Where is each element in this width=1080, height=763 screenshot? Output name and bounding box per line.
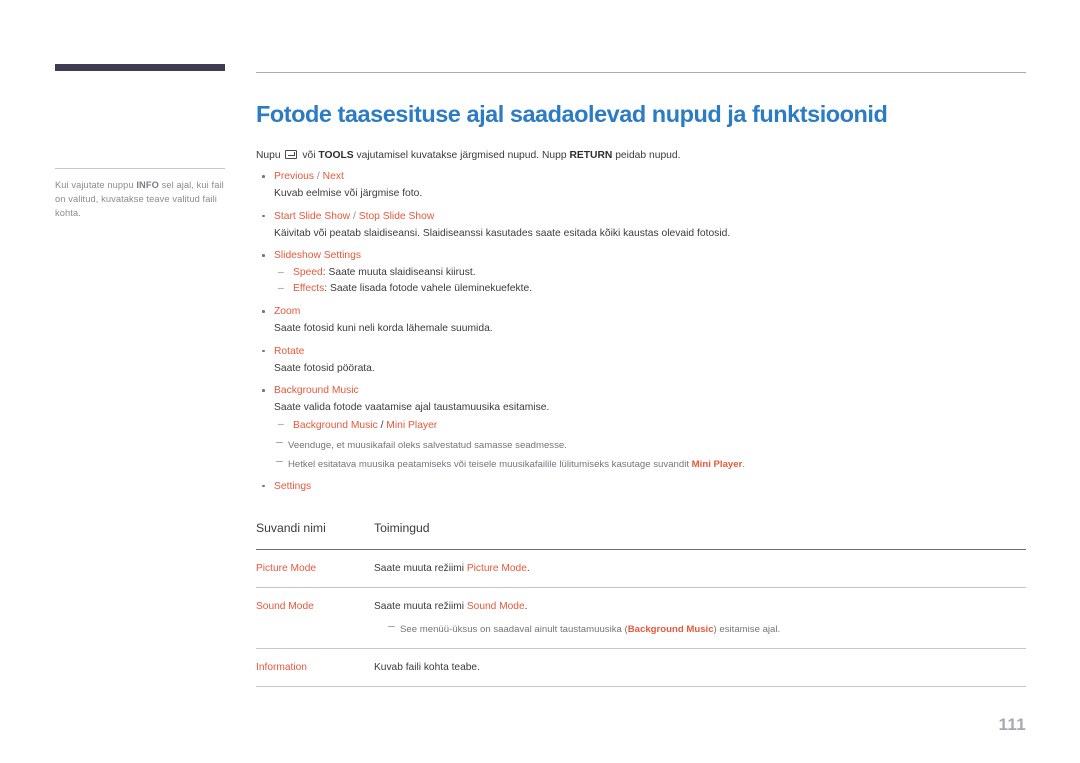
sub-item-background-music-mini-player: Background Music / Mini Player [274,417,1026,434]
list-item-heading: Rotate [274,345,305,357]
list-item-description: Saate fotosid kuni neli korda lähemale s… [274,323,493,335]
term-start-slide-show: Start Slide Show [274,210,351,222]
intro-paragraph: Nupu või TOOLS vajutamisel kuvatakse jär… [256,148,1026,163]
table-row: Information Kuvab faili kohta teabe. [256,648,1026,688]
separator: / [350,210,359,222]
cell-action: Kuvab faili kohta teabe. [374,648,1026,688]
cell-note-post: ) esitamise ajal. [713,623,781,635]
list-item-description: Käivitab või peatab slaidiseansi. Slaidi… [274,227,731,239]
main-content: Fotode taasesituse ajal saadaolevad nupu… [256,72,1026,688]
note-mini-player-post: . [742,458,745,470]
list-item-description: Saate fotosid pöörata. [274,362,375,374]
list-item-description: Saate valida fotode vaatamise ajal taust… [274,402,550,414]
cell-action-accent: Sound Mode [466,601,525,613]
cell-note-pre: See menüü-üksus on saadaval ainult taust… [400,623,628,635]
sub-item-speed: Speed: Saate muuta slaidiseansi kiirust. [274,265,1026,281]
intro-part4: peidab nupud. [612,150,681,162]
list-item-settings: Settings [256,479,1026,494]
table-header-row: Suvandi nimi Toimingud [256,520,1026,550]
list-item-rotate: Rotate Saate fotosid pöörata. [256,344,1026,377]
cell-action-pre: Saate muuta režiimi [374,601,467,613]
list-item-heading: Background Music [274,385,359,397]
term-speed: Speed [293,267,323,279]
cell-action: Saate muuta režiimi Picture Mode. [374,549,1026,589]
cell-action-accent: Picture Mode [466,562,527,574]
cell-action-pre: Saate muuta režiimi [374,562,467,574]
separator: / [314,171,323,183]
term-mini-player: Mini Player [386,419,438,431]
list-item-heading: Settings [274,480,312,492]
list-item-zoom: Zoom Saate fotosid kuni neli korda lähem… [256,304,1026,337]
options-table: Suvandi nimi Toimingud Picture Mode Saat… [256,520,1026,688]
term-next: Next [322,171,344,183]
list-item-heading: Zoom [274,306,301,318]
page-number: 111 [998,715,1026,734]
column-header-option-name: Suvandi nimi [256,520,374,550]
sub-list-background-music: Background Music / Mini Player [274,417,1026,434]
list-item-background-music: Background Music Saate valida fotode vaa… [256,383,1026,472]
intro-part3: vajutamisel kuvatakse järgmised nupud. N… [353,150,570,162]
cell-action-post: . [526,562,530,574]
cell-action: Saate muuta režiimi Sound Mode. See menü… [374,587,1026,649]
note-mini-player-keyword: Mini Player [691,458,743,470]
list-item-previous-next: Previous / Next Kuvab eelmise või järgmi… [256,169,1026,202]
intro-tools-keyword: TOOLS [318,150,354,162]
column-header-actions: Toimingud [374,520,1026,550]
table-row: Sound Mode Saate muuta režiimi Sound Mod… [256,587,1026,649]
sidebar-note-keyword: INFO [136,180,159,190]
cell-option-name: Sound Mode [256,587,374,649]
sidebar-divider [55,168,225,169]
return-key-icon [285,150,298,160]
cell-note: See menüü-üksus on saadaval ainult taust… [386,622,1026,637]
list-item-heading: Start Slide Show / Stop Slide Show [274,209,1026,224]
note-storage: Veenduge, et muusikafail oleks salvestat… [274,438,1026,453]
page-title: Fotode taasesituse ajal saadaolevad nupu… [256,101,888,127]
list-item-slideshow-settings: Slideshow Settings Speed: Saate muuta sl… [256,248,1026,297]
cell-note-keyword: Background Music [627,623,714,635]
term-background-music: Background Music [293,419,378,431]
sidebar-note-part1: Kui vajutate nuppu [55,180,137,190]
intro-return-keyword: RETURN [569,150,613,162]
document-page: Kui vajutate nuppu INFO sel ajal, kui fa… [0,0,1080,763]
term-previous: Previous [274,171,315,183]
cell-action-post: . [524,601,528,613]
term-stop-slide-show: Stop Slide Show [358,210,435,222]
sub-item-speed-text: : Saate muuta slaidiseansi kiirust. [322,267,476,279]
sidebar-note: Kui vajutate nuppu INFO sel ajal, kui fa… [55,178,225,221]
term-effects: Effects [293,283,325,295]
sidebar: Kui vajutate nuppu INFO sel ajal, kui fa… [55,64,225,221]
list-item-heading: Slideshow Settings [274,250,362,262]
table-row: Picture Mode Saate muuta režiimi Picture… [256,549,1026,589]
button-list: Previous / Next Kuvab eelmise või järgmi… [256,169,1026,494]
separator: / [377,419,387,431]
sidebar-accent-bar [55,64,225,71]
note-mini-player: Hetkel esitatava muusika peatamiseks või… [274,457,1026,472]
list-item-heading: Previous / Next [274,169,1026,184]
list-item-slide-show: Start Slide Show / Stop Slide Show Käivi… [256,209,1026,242]
header-rule [256,72,1026,73]
note-mini-player-pre: Hetkel esitatava muusika peatamiseks või… [288,458,692,470]
intro-part1: Nupu [256,150,284,162]
cell-option-name: Picture Mode [256,549,374,589]
sub-item-effects-text: : Saate lisada fotode vahele üleminekuef… [324,283,533,295]
sub-list-slideshow-settings: Speed: Saate muuta slaidiseansi kiirust.… [274,265,1026,297]
list-item-description: Kuvab eelmise või järgmise foto. [274,188,423,200]
cell-option-name: Information [256,648,374,688]
intro-part2: või [299,150,319,162]
cell-action-pre: Kuvab faili kohta teabe. [374,661,480,673]
note-storage-text: Veenduge, et muusikafail oleks salvestat… [288,439,567,451]
sub-item-effects: Effects: Saate lisada fotode vahele ülem… [274,281,1026,297]
